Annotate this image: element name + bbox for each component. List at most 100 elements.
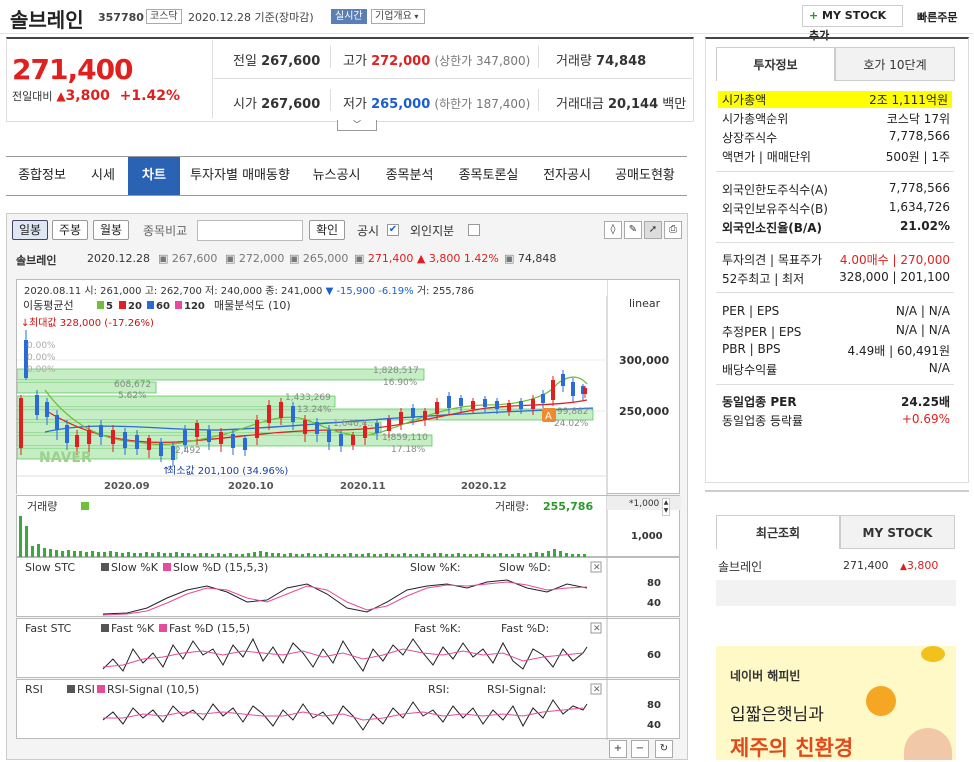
- row-market-cap: 시가총액 2조 1,111억원: [722, 91, 948, 110]
- x-tick-label: 2020.12: [461, 481, 507, 492]
- confirm-button[interactable]: 확인: [309, 220, 346, 240]
- tab-recent[interactable]: 최근조회: [716, 515, 840, 549]
- high-label: 고가: [343, 54, 367, 69]
- current-price: 271,400: [12, 53, 134, 86]
- tab-short-selling[interactable]: 공매도현황: [603, 157, 687, 195]
- rsi-swatch: [67, 685, 75, 693]
- profile-label: 24.02%: [554, 419, 589, 429]
- y-tick-label: 250,000: [619, 405, 669, 418]
- panel-resize-handle[interactable]: ▲ ▼: [662, 498, 670, 516]
- row-opinion: 투자의견 | 목표주가 4.00매수 | 270,000: [722, 251, 950, 270]
- dividend-label: 배당수익률: [722, 363, 778, 377]
- tab-investor[interactable]: 투자자별 매매동향: [180, 157, 300, 195]
- opinion-value: 4.00매수 | 270,000: [839, 253, 950, 267]
- volume-bar: [31, 546, 34, 557]
- candle: [147, 438, 151, 450]
- divider: [538, 46, 539, 68]
- quick-order-link[interactable]: 빠른주문: [917, 9, 957, 25]
- refresh-icon[interactable]: ↻: [655, 740, 673, 758]
- profile-label: 2,492: [175, 446, 201, 456]
- foreign-held-value: 1,634,726: [888, 200, 950, 214]
- fast-stc-panel: Fast STC Fast %K Fast %D (15,5) Fast %K:…: [16, 618, 680, 679]
- min-value-label: 최소값 201,100 (34.96%): [167, 465, 288, 477]
- slow-stc-title: Slow STC: [25, 561, 75, 574]
- volume-value-label: 거래량:: [495, 500, 529, 513]
- tab-discussion[interactable]: 종목토론실: [446, 157, 531, 195]
- profile-bar: [17, 368, 425, 381]
- weekly-button[interactable]: 주봉: [52, 220, 89, 240]
- amount-label: 거래대금: [556, 97, 604, 112]
- daily-button[interactable]: 일봉: [12, 220, 49, 240]
- fast-stc-svg: Fast STC Fast %K Fast %D (15,5) Fast %K:…: [25, 619, 661, 679]
- rsi-signal-line: [103, 707, 584, 721]
- tab-orderbook[interactable]: 호가 10단계: [835, 47, 955, 81]
- low-value: 265,000: [371, 97, 431, 112]
- company-overview-button[interactable]: 기업개요 ▾: [371, 9, 425, 24]
- pencil-icon[interactable]: ✎: [624, 221, 642, 239]
- price-change: 전일대비 ▲3,800 +1.42%: [12, 88, 180, 104]
- ma-legend-item: 5: [106, 301, 113, 312]
- y-tick-label: 60: [647, 650, 661, 661]
- tab-summary[interactable]: 종합정보: [6, 157, 78, 195]
- print-icon[interactable]: ⎙: [664, 221, 682, 239]
- slow-k-swatch: [101, 563, 109, 571]
- tab-mystock[interactable]: MY STOCK: [840, 515, 955, 549]
- tab-price[interactable]: 시세: [78, 157, 128, 195]
- x-icon: ✕: [593, 685, 601, 695]
- cursor-icon[interactable]: ➚: [644, 221, 662, 239]
- scale-linear-label[interactable]: linear: [629, 297, 661, 310]
- tab-invest-info[interactable]: 투자정보: [716, 47, 835, 81]
- fast-k-swatch: [101, 624, 109, 632]
- zoom-in-icon[interactable]: +: [609, 740, 627, 758]
- profile-label: 1,433,269: [285, 393, 331, 403]
- sector-change-value: +0.69%: [901, 412, 950, 426]
- ma5-swatch: [97, 301, 104, 309]
- candle: [561, 374, 565, 386]
- ad-banner[interactable]: 네이버 해피빈 입짧은햇님과 제주의 친환경: [716, 646, 956, 760]
- realtime-badge[interactable]: 실시간: [331, 9, 367, 24]
- candle: [327, 430, 331, 442]
- max-value-label: 최대값 328,000 (-17.26%): [29, 317, 154, 329]
- tab-analysis[interactable]: 종목분석: [373, 157, 446, 195]
- add-mystock-button[interactable]: + MY STOCK 추가: [802, 5, 903, 42]
- fast-k-line: [102, 637, 588, 672]
- profile-label: 13.24%: [297, 405, 332, 415]
- x-tick-label: 2020.11: [340, 481, 386, 492]
- monthly-button[interactable]: 월봉: [93, 220, 130, 240]
- candle: [231, 434, 235, 448]
- row-foreign-limit: 외국인한도주식수(A) 7,778,566: [722, 181, 950, 200]
- row-est-per: 추정PER | EPS N/A | N/A: [722, 323, 950, 342]
- slow-stc-svg: Slow STC Slow %K Slow %D (15,5,3) Slow %…: [25, 558, 661, 618]
- listed-shares-value: 7,778,566: [888, 129, 950, 143]
- up-arrow-icon: ▲: [900, 562, 907, 572]
- bulb-icon[interactable]: ◊: [604, 221, 622, 239]
- disclosure-checkbox[interactable]: ✔: [387, 224, 399, 236]
- change-value: 3,800: [65, 88, 110, 104]
- ad-line2: 제주의 친환경: [730, 736, 854, 760]
- row-sector-change: 동일업종 등락률 +0.69%: [722, 412, 950, 431]
- tab-chart[interactable]: 차트: [128, 157, 180, 195]
- recent-item-name[interactable]: 솔브레인: [718, 558, 762, 575]
- candle: [291, 406, 295, 422]
- slow-k-line: [102, 579, 588, 615]
- foreign-held-label: 외국인보유주식수(B): [722, 202, 828, 216]
- foreign-checkbox[interactable]: [468, 224, 480, 236]
- tab-news[interactable]: 뉴스공시: [300, 157, 373, 195]
- open-label: 시가: [233, 97, 257, 112]
- candle: [351, 435, 355, 445]
- volume-value: 74,848: [596, 54, 647, 69]
- expand-toggle[interactable]: ﹀: [337, 120, 377, 131]
- profile-label: 1,859,110: [382, 433, 428, 443]
- y-tick-label: 300,000: [619, 354, 669, 367]
- rsi-value-label: RSI:: [428, 683, 450, 696]
- max-arrow-icon: ↓: [21, 318, 29, 329]
- tab-disclosure[interactable]: 전자공시: [531, 157, 603, 195]
- volume-bar: [55, 550, 58, 557]
- down-arrow-icon: ▼: [325, 286, 334, 297]
- zoom-out-icon[interactable]: −: [631, 740, 649, 758]
- candle: [435, 402, 439, 414]
- candle: [459, 398, 463, 406]
- compare-input[interactable]: [197, 220, 303, 241]
- upper-limit: (상한가 347,800): [434, 54, 531, 68]
- foreign-limit-label: 외국인한도주식수(A): [722, 183, 828, 197]
